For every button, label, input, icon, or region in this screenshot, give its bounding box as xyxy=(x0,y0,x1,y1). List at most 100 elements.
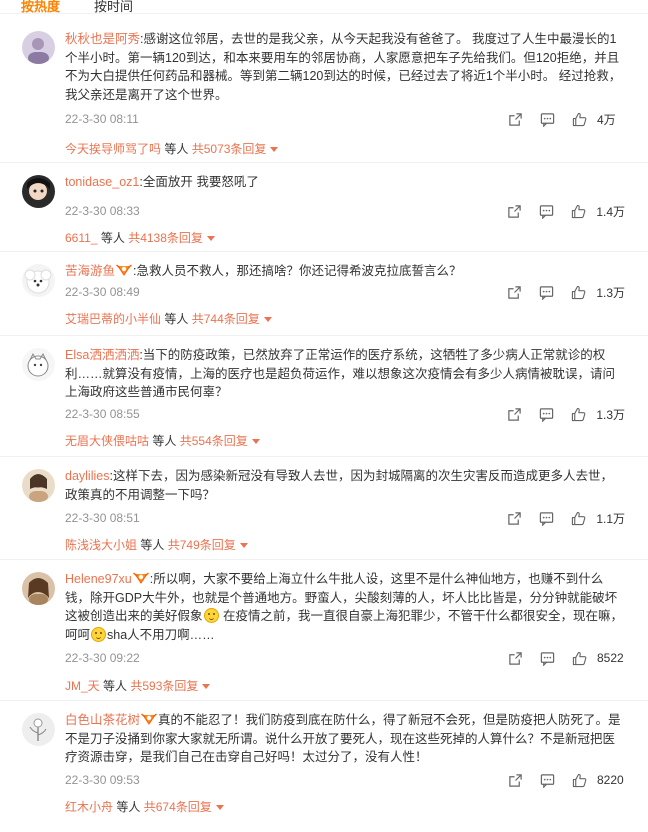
avatar[interactable] xyxy=(22,348,55,381)
comment-content: daylilies:这样下去，因为感染新冠没有导致人去世，因为封城隔离的次生灾害… xyxy=(65,467,625,504)
comment-username[interactable]: daylilies xyxy=(65,469,109,483)
comment-actions: 4万 xyxy=(499,110,625,128)
reply-username[interactable]: 6611_ xyxy=(65,231,97,245)
like-icon[interactable] xyxy=(563,110,595,128)
comment-meta: 22-3-30 08:55 1.3万 xyxy=(65,407,625,423)
avatar[interactable] xyxy=(22,469,55,502)
comment-icon[interactable] xyxy=(530,202,562,220)
share-icon[interactable] xyxy=(499,110,531,128)
comment-text: :全面放开 我要怒吼了 xyxy=(139,175,259,189)
expand-arrow-icon[interactable] xyxy=(251,439,260,444)
reply-connector: 等人 xyxy=(164,142,189,156)
comment-text: :急救人员不救人，那还搞啥？你还记得希波克拉底誓言么？ xyxy=(133,264,462,278)
share-icon[interactable] xyxy=(498,283,530,301)
comment-time: 22-3-30 09:22 xyxy=(65,651,140,665)
comment-icon[interactable] xyxy=(531,110,563,128)
comment-icon[interactable] xyxy=(530,509,562,527)
expand-arrow-icon[interactable] xyxy=(263,317,272,322)
like-icon[interactable] xyxy=(562,202,594,220)
reply-count[interactable]: 共744条回复 xyxy=(192,312,260,326)
reply-summary[interactable]: JM_天 等人 共593条回复 xyxy=(65,677,211,694)
reply-count[interactable]: 共4138条回复 xyxy=(128,231,203,245)
comment-text: :这样下去，因为感染新冠没有导致人去世，因为封城隔离的次生灾害反而造成更多人去世… xyxy=(65,469,613,502)
reply-count[interactable]: 共5073条回复 xyxy=(192,142,267,156)
like-count: 8220 xyxy=(597,773,624,787)
reply-count[interactable]: 共749条回复 xyxy=(168,538,236,552)
vip-badge-icon xyxy=(133,572,149,585)
smile-emoji-icon xyxy=(91,626,107,642)
expand-arrow-icon[interactable] xyxy=(215,805,224,810)
like-icon[interactable] xyxy=(562,283,594,301)
reply-username[interactable]: 陈浅浅大小姐 xyxy=(65,538,137,552)
avatar[interactable] xyxy=(22,31,55,64)
share-icon[interactable] xyxy=(498,405,530,423)
comment-text: :当下的防疫政策，已然放弃了正常运作的医疗系统，这牺牲了多少病人正常就诊的权利…… xyxy=(65,348,616,399)
reply-summary[interactable]: 无眉大侠偎咕咕 等人 共554条回复 xyxy=(65,432,260,449)
reply-connector: 等人 xyxy=(103,679,128,693)
reply-username[interactable]: 艾瑞巴蒂的小半仙 xyxy=(65,312,161,326)
comment-time: 22-3-30 08:51 xyxy=(65,511,140,525)
avatar[interactable] xyxy=(22,264,55,297)
like-count: 8522 xyxy=(597,651,624,665)
avatar[interactable] xyxy=(22,175,55,208)
expand-arrow-icon[interactable] xyxy=(206,236,215,241)
comment-time: 22-3-30 08:55 xyxy=(65,407,140,421)
smile-emoji-icon xyxy=(203,608,219,623)
share-icon[interactable] xyxy=(499,771,531,789)
comment-meta: 22-3-30 09:22 8522 xyxy=(65,651,625,667)
comment-icon[interactable] xyxy=(530,283,562,301)
comment-meta: 22-3-30 08:33 1.4万 xyxy=(65,204,625,220)
comment-actions: 1.3万 xyxy=(498,405,625,423)
like-icon[interactable] xyxy=(562,509,594,527)
comment-time: 22-3-30 08:11 xyxy=(65,112,139,126)
share-icon[interactable] xyxy=(499,649,531,667)
like-icon[interactable] xyxy=(563,649,595,667)
reply-username[interactable]: 无眉大侠偎咕咕 xyxy=(65,434,149,448)
comment-username[interactable]: 白色山茶花树 xyxy=(65,713,140,727)
comment-actions: 1.1万 xyxy=(498,509,625,527)
comment-content: tonidase_oz1:全面放开 我要怒吼了 xyxy=(65,173,625,192)
comment-icon[interactable] xyxy=(531,771,563,789)
reply-username[interactable]: 今天挨导师骂了吗 xyxy=(65,142,161,156)
reply-username[interactable]: JM_天 xyxy=(65,679,100,693)
comment-time: 22-3-30 08:33 xyxy=(65,204,140,218)
reply-summary[interactable]: 红木小舟 等人 共674条回复 xyxy=(65,798,224,815)
comment-username[interactable]: 苦海游鱼 xyxy=(65,264,115,278)
comment-username[interactable]: Elsa洒洒洒洒 xyxy=(65,348,139,362)
comment-time: 22-3-30 09:53 xyxy=(65,773,140,787)
comment-meta: 22-3-30 08:11 4万 xyxy=(65,112,625,128)
share-icon[interactable] xyxy=(498,509,530,527)
reply-count[interactable]: 共674条回复 xyxy=(144,800,212,814)
comment-username[interactable]: tonidase_oz1 xyxy=(65,175,139,189)
expand-arrow-icon[interactable] xyxy=(270,147,279,152)
comment-time: 22-3-30 08:49 xyxy=(65,285,140,299)
comment-icon[interactable] xyxy=(530,405,562,423)
comment-item: Helene97xu:所以啊，大家不要给上海立什么牛批人设，这里不是什么神仙地方… xyxy=(0,560,648,701)
reply-count[interactable]: 共554条回复 xyxy=(180,434,248,448)
reply-count[interactable]: 共593条回复 xyxy=(130,679,198,693)
avatar[interactable] xyxy=(22,572,55,605)
expand-arrow-icon[interactable] xyxy=(239,543,248,548)
like-icon[interactable] xyxy=(562,405,594,423)
comment-username[interactable]: 秋秋也是阿秀 xyxy=(65,32,140,46)
share-icon[interactable] xyxy=(498,202,530,220)
reply-connector: 等人 xyxy=(100,231,125,245)
reply-summary[interactable]: 陈浅浅大小姐 等人 共749条回复 xyxy=(65,536,248,553)
reply-summary[interactable]: 艾瑞巴蒂的小半仙 等人 共744条回复 xyxy=(65,310,272,327)
reply-connector: 等人 xyxy=(140,538,165,552)
comment-meta: 22-3-30 08:49 1.3万 xyxy=(65,285,625,301)
like-icon[interactable] xyxy=(563,771,595,789)
reply-summary[interactable]: 6611_ 等人 共4138条回复 xyxy=(65,229,215,246)
comment-icon[interactable] xyxy=(531,649,563,667)
comment-item: 白色山茶花树 真的不能忍了！我们防疫到底在防什么，得了新冠不会死，但是防疫把人防死… xyxy=(0,701,648,832)
comment-content: Elsa洒洒洒洒:当下的防疫政策，已然放弃了正常运作的医疗系统，这牺牲了多少病人… xyxy=(65,346,625,402)
comment-username[interactable]: Helene97xu xyxy=(65,572,132,586)
expand-arrow-icon[interactable] xyxy=(202,684,211,689)
reply-summary[interactable]: 今天挨导师骂了吗 等人 共5073条回复 xyxy=(65,140,279,157)
like-count: 1.4万 xyxy=(596,204,625,219)
avatar[interactable] xyxy=(22,713,55,746)
reply-username[interactable]: 红木小舟 xyxy=(65,800,113,814)
comment-item: tonidase_oz1:全面放开 我要怒吼了 22-3-30 08:33 1.… xyxy=(0,163,648,252)
reply-connector: 等人 xyxy=(164,312,189,326)
comment-text-end: sha人不用刀啊…… xyxy=(107,627,215,642)
